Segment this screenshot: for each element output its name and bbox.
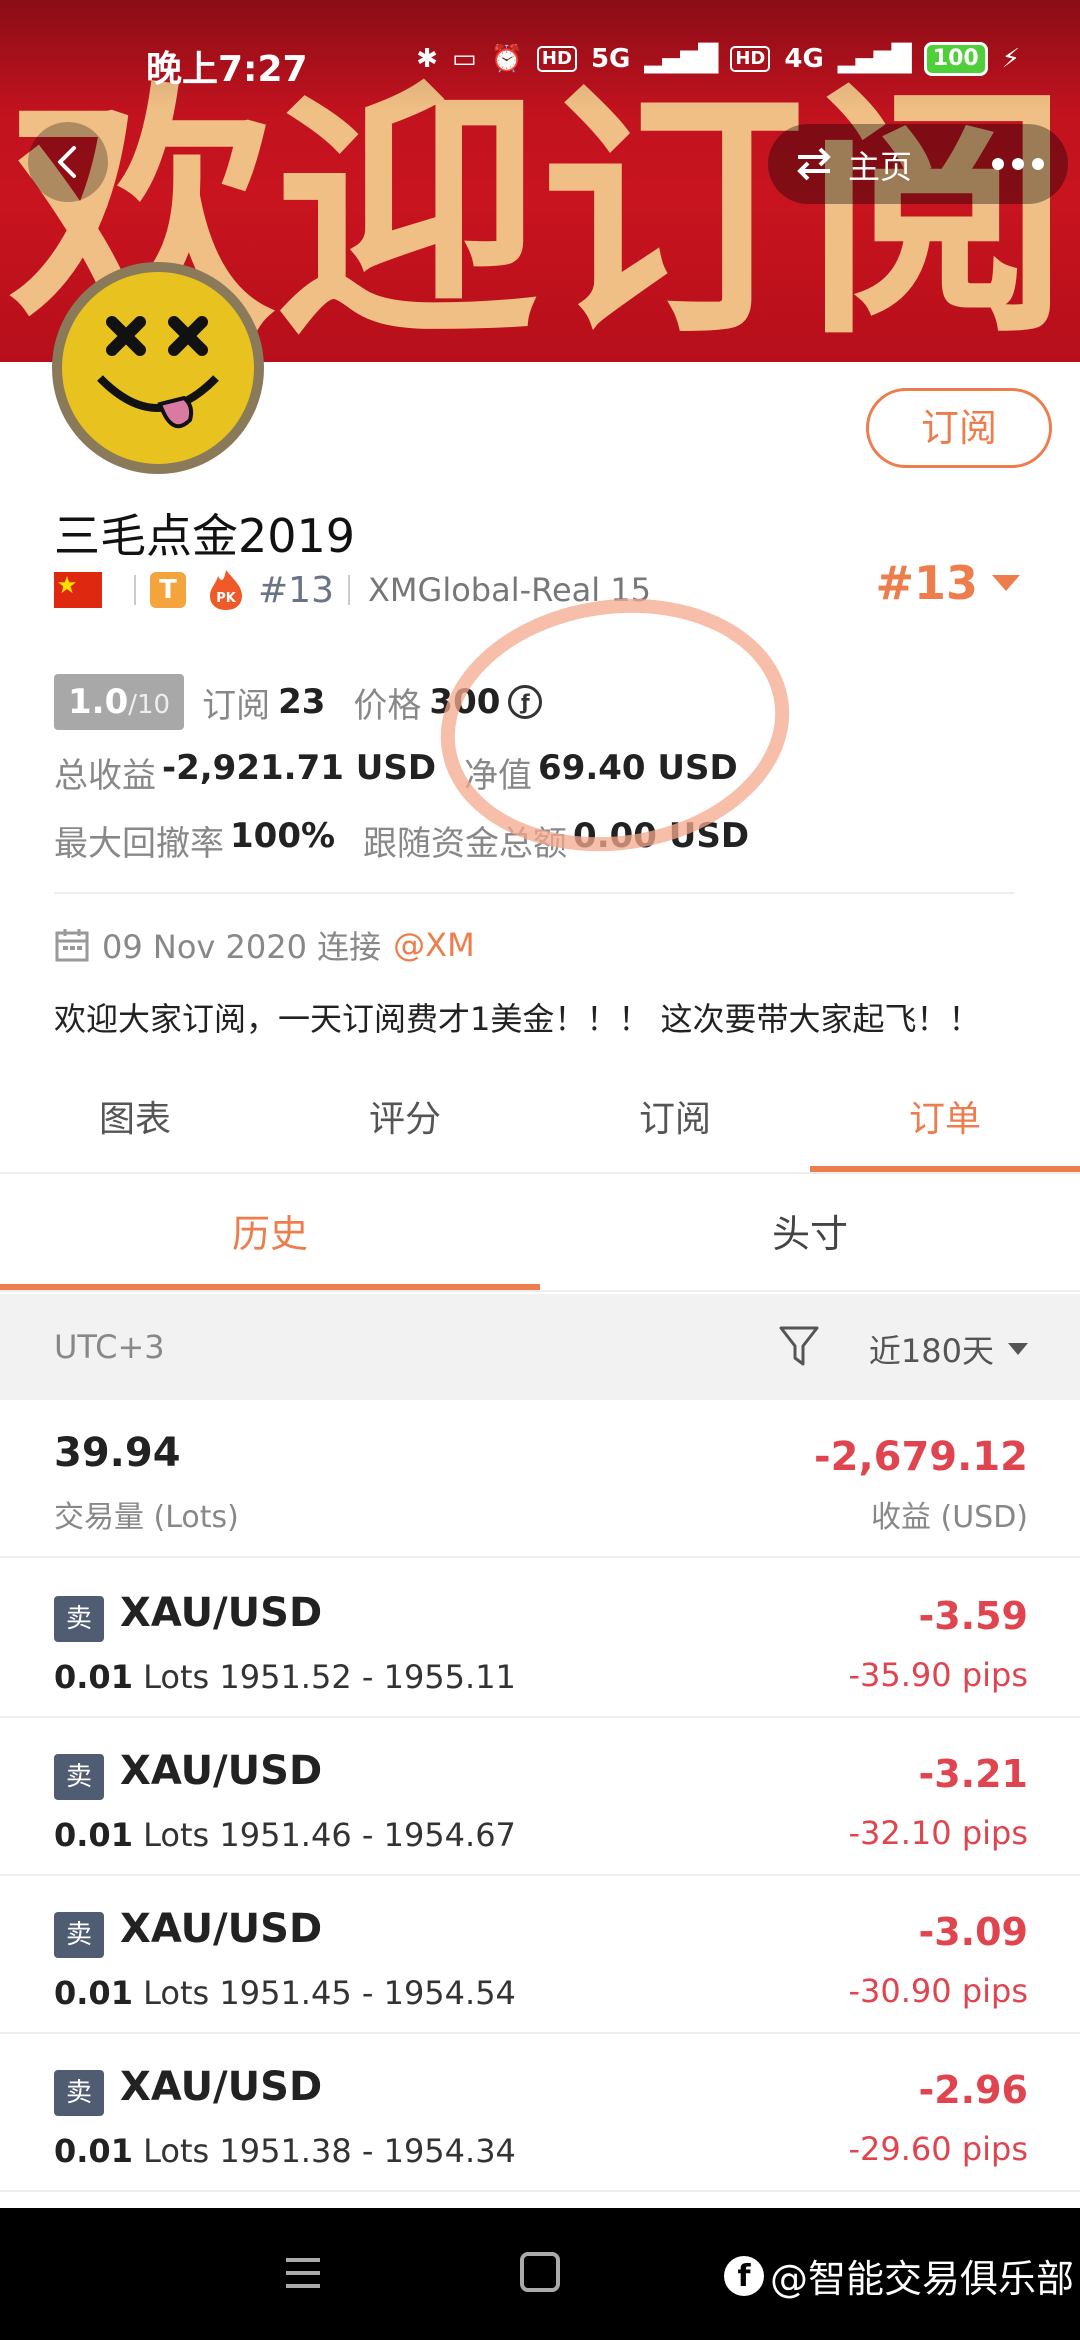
order-profit: -3.59 <box>918 1594 1028 1638</box>
profile-name: 三毛点金2019 <box>54 509 356 563</box>
total-lots: 39.94 <box>54 1430 181 1476</box>
drawdown-label: 最大回撤率 <box>54 824 224 864</box>
home-button[interactable]: 主页 <box>848 142 912 188</box>
battery-icon: 100 <box>923 42 988 76</box>
rank-dropdown[interactable]: #13 <box>875 556 1020 610</box>
status-icons: ✱ ▭ ⏰ HD 5G ▂▄▆█ HD 4G ▂▄▆█ 100 ⚡ <box>416 42 1020 76</box>
watermark-text: @智能交易俱乐部 <box>770 2257 1075 2301</box>
filter-icon[interactable] <box>778 1324 820 1368</box>
order-detail: 0.01 Lots 1951.38 - 1954.34 <box>54 2132 516 2170</box>
order-row[interactable]: 卖 XAU/USD 0.01 Lots 1951.38 - 1954.34 -2… <box>0 2034 1080 2192</box>
subtab-history[interactable]: 历史 <box>0 1176 540 1290</box>
range-dropdown[interactable]: 近180天 <box>869 1326 1028 1372</box>
order-symbol: XAU/USD <box>120 1748 323 1794</box>
order-row[interactable]: 卖 XAU/USD 0.01 Lots 1951.52 - 1955.11 -3… <box>0 1560 1080 1718</box>
rank-small: #13 <box>258 569 334 611</box>
order-symbol: XAU/USD <box>120 1906 323 1952</box>
system-nav-bar: f @智能交易俱乐部 <box>0 2208 1080 2340</box>
divider <box>134 575 136 605</box>
calendar-icon <box>55 929 89 962</box>
order-row[interactable]: 卖 XAU/USD 0.01 Lots 1951.46 - 1954.67 -3… <box>0 1718 1080 1876</box>
order-detail: 0.01 Lots 1951.52 - 1955.11 <box>54 1658 516 1696</box>
orders-summary: 39.94 交易量 (Lots) -2,679.12 收益 (USD) <box>0 1400 1080 1558</box>
order-pips: -29.60 pips <box>848 2130 1028 2168</box>
signal-icon: ▂▄▆█ <box>644 44 718 74</box>
order-profit: -2.96 <box>918 2068 1028 2112</box>
bluetooth-icon: ✱ <box>416 44 438 74</box>
tab-rating[interactable]: 评分 <box>270 1080 540 1172</box>
main-tabs: 图表 评分 订阅 订单 <box>0 1080 1080 1174</box>
alarm-icon: ⏰ <box>490 44 523 74</box>
status-time: 晚上7:27 <box>146 49 308 90</box>
sell-badge: 卖 <box>54 1754 104 1800</box>
broker-link[interactable]: @XM <box>393 926 475 964</box>
order-pips: -30.90 pips <box>848 1972 1028 2010</box>
join-info: 09 Nov 2020 连接 @XM <box>54 922 475 968</box>
network-5g-label: 5G <box>590 44 631 74</box>
rating-badge: 1.0/10 <box>54 674 185 730</box>
avatar[interactable] <box>52 262 264 474</box>
status-bar: 晚上7:27 ✱ ▭ ⏰ HD 5G ▂▄▆█ HD 4G ▂▄▆█ 100 ⚡ <box>0 0 1080 110</box>
total-profit-value: -2,921.71 USD <box>162 748 437 788</box>
chevron-down-icon <box>992 575 1020 591</box>
signal-icon-2: ▂▄▆█ <box>837 44 912 74</box>
join-date: 09 Nov 2020 连接 <box>102 928 382 966</box>
network-4g-label: 4G <box>784 44 824 74</box>
vibrate-icon: ▭ <box>451 44 477 74</box>
trader-badge: T <box>150 572 186 608</box>
subtab-positions[interactable]: 头寸 <box>540 1176 1080 1290</box>
caret-down-icon <box>1008 1343 1028 1355</box>
tab-subscribe[interactable]: 订阅 <box>540 1080 810 1172</box>
sell-badge: 卖 <box>54 1912 104 1958</box>
smiley-avatar-icon <box>62 272 254 464</box>
switch-arrows-icon[interactable] <box>794 144 834 184</box>
sell-badge: 卖 <box>54 1596 104 1642</box>
facebook-icon: f <box>724 2255 764 2296</box>
pk-flame-icon: PK <box>210 570 242 610</box>
total-profit-label: 收益 (USD) <box>870 1500 1028 1535</box>
tab-orders[interactable]: 订单 <box>810 1080 1080 1172</box>
section-divider <box>54 892 1014 894</box>
back-button[interactable] <box>28 122 108 202</box>
charging-icon: ⚡ <box>1001 44 1020 74</box>
order-detail: 0.01 Lots 1951.45 - 1954.54 <box>54 1974 516 2012</box>
subscribe-button[interactable]: 订阅 <box>866 388 1052 468</box>
filter-bar: UTC+3 近180天 <box>0 1294 1080 1400</box>
total-profit-label: 总收益 <box>54 756 156 796</box>
profile-description: 欢迎大家订阅，一天订阅费才1美金！！！ 这次要带大家起飞！！ <box>54 1000 981 1038</box>
divider <box>347 575 350 605</box>
tab-chart[interactable]: 图表 <box>0 1080 270 1172</box>
home-switch-pill: 主页 <box>768 124 1068 204</box>
order-symbol: XAU/USD <box>120 1590 323 1636</box>
recent-apps-icon[interactable] <box>284 2256 322 2290</box>
order-profit: -3.09 <box>918 1910 1028 1954</box>
profile-meta-row: T PK #13 XMGlobal-Real 15 <box>54 568 651 612</box>
back-arrow-icon <box>58 146 76 178</box>
hd-icon-2: HD <box>730 46 771 72</box>
order-detail: 0.01 Lots 1951.46 - 1954.67 <box>54 1816 516 1854</box>
order-symbol: XAU/USD <box>120 2064 323 2110</box>
price-label: 价格 <box>353 685 422 726</box>
svg-text:PK: PK <box>216 591 237 606</box>
order-profit: -3.21 <box>918 1752 1028 1796</box>
drawdown-value: 100% <box>230 816 336 856</box>
watermark: f @智能交易俱乐部 <box>724 2248 1074 2303</box>
home-square-icon[interactable] <box>520 2252 560 2292</box>
subscribers-label: 订阅 <box>202 685 271 726</box>
order-pips: -32.10 pips <box>848 1814 1028 1852</box>
sell-badge: 卖 <box>54 2070 104 2116</box>
subscribers-count: 23 <box>278 682 326 722</box>
hd-icon: HD <box>536 46 577 72</box>
timezone-label: UTC+3 <box>54 1328 165 1366</box>
order-subtabs: 历史 头寸 <box>0 1176 1080 1292</box>
order-pips: -35.90 pips <box>848 1656 1028 1694</box>
total-lots-label: 交易量 (Lots) <box>54 1500 239 1535</box>
more-options-icon[interactable] <box>968 124 1068 204</box>
range-label: 近180天 <box>868 1332 994 1370</box>
order-row[interactable]: 卖 XAU/USD 0.01 Lots 1951.45 - 1954.54 -3… <box>0 1876 1080 2034</box>
china-flag-icon <box>54 572 102 608</box>
rank-big-label: #13 <box>875 556 978 610</box>
total-profit: -2,679.12 <box>814 1434 1028 1480</box>
